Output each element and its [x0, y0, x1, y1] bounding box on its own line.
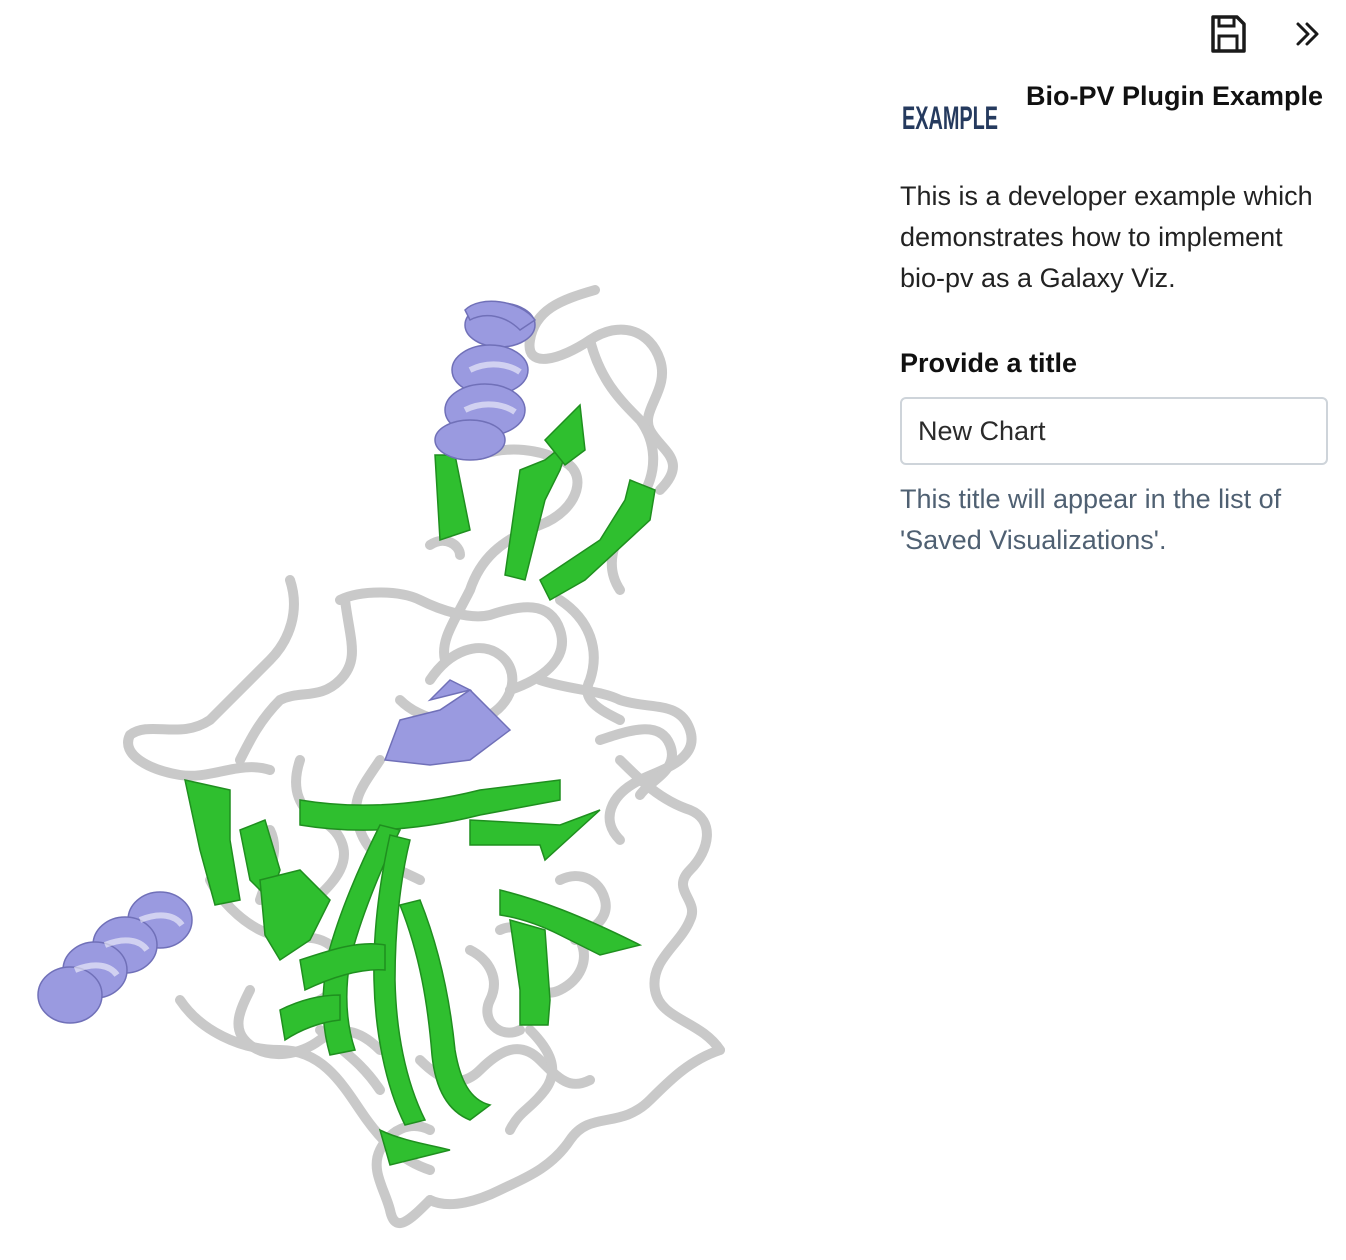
- plugin-description: This is a developer example which demons…: [900, 181, 1313, 293]
- plugin-header: EXAMPLE Bio-PV Plugin Example: [900, 72, 1328, 162]
- plugin-logo: EXAMPLE: [900, 72, 1000, 162]
- plugin-logo-text: EXAMPLE: [902, 100, 998, 136]
- settings-panel: EXAMPLE Bio-PV Plugin Example This is a …: [900, 72, 1328, 561]
- protein-structure-canvas[interactable]: [0, 0, 880, 1260]
- title-field-help: This title will appear in the list of 'S…: [900, 484, 1282, 555]
- save-button[interactable]: [1208, 14, 1248, 58]
- collapse-panel-button[interactable]: [1288, 14, 1328, 58]
- chevron-double-right-icon: [1294, 20, 1322, 53]
- protein-viewer[interactable]: [0, 0, 880, 1260]
- viewer-toolbar: [1208, 14, 1328, 58]
- title-field-label: Provide a title: [900, 348, 1078, 378]
- title-input[interactable]: [900, 397, 1328, 465]
- floppy-disk-icon: [1209, 14, 1247, 59]
- plugin-title: Bio-PV Plugin Example: [1026, 81, 1324, 111]
